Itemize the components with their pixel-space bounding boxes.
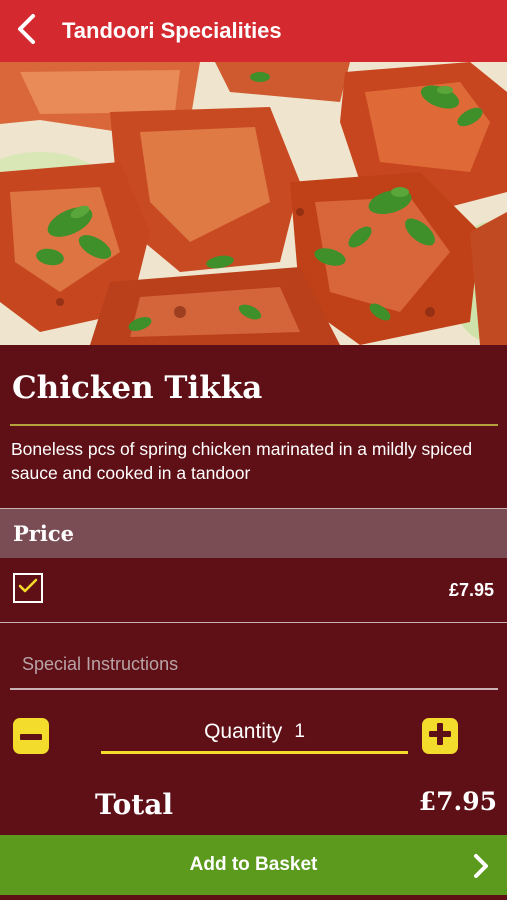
price-heading: Price xyxy=(13,521,74,546)
price-section-header: Price xyxy=(0,508,507,558)
minus-icon xyxy=(20,727,42,745)
option-price: £7.95 xyxy=(448,580,494,600)
dish-description: Boneless pcs of spring chicken marinated… xyxy=(11,439,473,483)
price-option-checkbox[interactable] xyxy=(13,573,43,603)
quantity-value: 1 xyxy=(294,720,305,742)
add-to-basket-button[interactable]: Add to Basket xyxy=(0,835,507,895)
bottom-edge xyxy=(0,895,507,900)
plus-icon xyxy=(429,722,451,750)
special-instructions-input[interactable] xyxy=(10,640,498,690)
total-value: £7.95 xyxy=(418,787,497,816)
app-bar: Tandoori Specialities xyxy=(0,0,507,62)
page-title: Tandoori Specialities xyxy=(62,18,282,43)
quantity-field[interactable]: Quantity 1 xyxy=(101,712,408,754)
decrease-quantity-button[interactable] xyxy=(13,718,49,754)
title-divider xyxy=(10,424,498,426)
dish-photo xyxy=(0,62,507,345)
dish-name: Chicken Tikka xyxy=(12,370,263,406)
price-row-divider xyxy=(0,622,507,623)
price-option-row[interactable]: £7.95 xyxy=(0,558,507,622)
checkmark-icon xyxy=(18,578,38,599)
back-button[interactable] xyxy=(4,0,48,62)
add-to-basket-label: Add to Basket xyxy=(189,854,318,875)
chevron-right-icon xyxy=(473,853,489,884)
increase-quantity-button[interactable] xyxy=(422,718,458,754)
total-label: Total xyxy=(95,788,174,821)
quantity-label: Quantity xyxy=(204,719,283,743)
chevron-left-icon xyxy=(15,13,37,50)
